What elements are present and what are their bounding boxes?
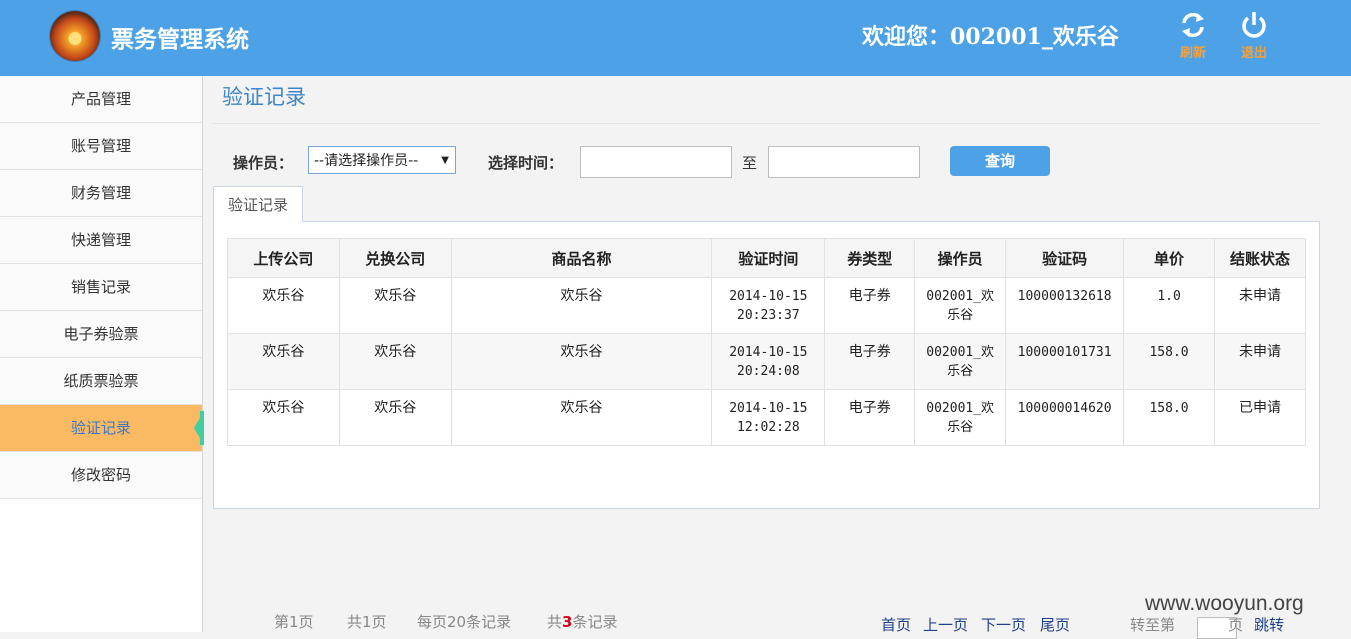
sidebar: 产品管理 账号管理 财务管理 快递管理 销售记录 电子券验票 纸质票验票 验证记…: [0, 76, 204, 632]
column-header: 商品名称: [450, 238, 713, 278]
table-cell: 欢乐谷: [227, 333, 340, 390]
table-cell: 未申请: [1214, 333, 1306, 390]
column-header: 验证时间: [711, 238, 826, 278]
app-title: 票务管理系统: [111, 26, 249, 53]
table-cell: 欢乐谷: [338, 389, 452, 446]
table-cell: 欢乐谷: [450, 389, 713, 446]
table-cell: 158.0: [1123, 389, 1216, 446]
table-cell: 158.0: [1123, 333, 1216, 390]
table-cell: 未申请: [1214, 277, 1306, 334]
sidebar-item-sales[interactable]: 销售记录: [0, 264, 202, 311]
table-cell: 欢乐谷: [450, 277, 713, 334]
refresh-button[interactable]: 刷新: [1173, 10, 1213, 66]
pager-per-page: 每页20条记录: [417, 613, 512, 631]
table-cell: 已申请: [1214, 389, 1306, 446]
sidebar-item-change-password[interactable]: 修改密码: [0, 452, 202, 499]
logo-icon: [50, 11, 100, 61]
table-cell: 欢乐谷: [227, 389, 340, 446]
column-header: 验证码: [1005, 238, 1125, 278]
table-cell: 电子券: [824, 389, 916, 446]
table-row: 欢乐谷 欢乐谷 欢乐谷 2014-10-15 20:23:37 电子券 0020…: [227, 277, 1306, 334]
end-time-input[interactable]: [768, 146, 920, 178]
column-header: 券类型: [824, 238, 916, 278]
table-cell: 欢乐谷: [338, 333, 452, 390]
pager-total-pages: 共1页: [347, 613, 387, 631]
table-cell: 100000101731: [1005, 333, 1125, 390]
top-header: 票务管理系统 欢迎您：002001_欢乐谷 刷新 退出: [0, 0, 1351, 76]
table-cell: 100000132618: [1005, 277, 1125, 334]
column-header: 兑换公司: [338, 238, 452, 278]
operator-label: 操作员：: [233, 154, 294, 172]
table-cell: 002001_欢乐谷: [914, 277, 1007, 334]
table-cell: 2014-10-15 20:24:08: [711, 333, 826, 390]
table-row: 欢乐谷 欢乐谷 欢乐谷 2014-10-15 12:02:28 电子券 0020…: [227, 389, 1306, 446]
watermark: www.wooyun.org: [1145, 592, 1304, 615]
pager-current-page: 第1页: [274, 613, 314, 631]
table-row: 欢乐谷 欢乐谷 欢乐谷 2014-10-15 20:24:08 电子券 0020…: [227, 333, 1306, 390]
records-panel: 上传公司 兑换公司 商品名称 验证时间 券类型 操作员 验证码 单价 结账状态 …: [213, 221, 1320, 639]
sidebar-item-verify-records[interactable]: 验证记录: [0, 405, 204, 452]
sidebar-item-paper-ticket-verify[interactable]: 纸质票验票: [0, 358, 202, 405]
sidebar-item-finance[interactable]: 财务管理: [0, 170, 202, 217]
table-cell: 欢乐谷: [338, 277, 452, 334]
start-time-input[interactable]: [580, 146, 732, 178]
table-cell: 1.0: [1123, 277, 1216, 334]
records-table: 上传公司 兑换公司 商品名称 验证时间 券类型 操作员 验证码 单价 结账状态 …: [227, 238, 1306, 446]
sidebar-item-express[interactable]: 快递管理: [0, 217, 202, 264]
welcome-text: 欢迎您：002001_欢乐谷: [862, 24, 1119, 50]
sidebar-item-e-ticket-verify[interactable]: 电子券验票: [0, 311, 202, 358]
pager-total-suffix: 条记录: [572, 613, 618, 631]
power-icon: [1242, 12, 1266, 38]
table-cell: 欢乐谷: [227, 277, 340, 334]
table-cell: 002001_欢乐谷: [914, 389, 1007, 446]
column-header: 操作员: [914, 238, 1007, 278]
column-header: 单价: [1123, 238, 1216, 278]
column-header: 上传公司: [227, 238, 340, 278]
table-cell: 100000014620: [1005, 389, 1125, 446]
sidebar-item-account[interactable]: 账号管理: [0, 123, 202, 170]
column-header: 结账状态: [1214, 238, 1306, 278]
tab-verify-records[interactable]: 验证记录: [213, 186, 303, 222]
refresh-label: 刷新: [1179, 46, 1206, 61]
pager-total-count: 3: [562, 613, 573, 631]
dropdown-arrow-icon: ▼: [441, 155, 449, 166]
table-header-row: 上传公司 兑换公司 商品名称 验证时间 券类型 操作员 验证码 单价 结账状态: [227, 238, 1306, 278]
title-divider: [213, 123, 1321, 124]
operator-select-value: --请选择操作员--: [314, 153, 419, 169]
logout-label: 退出: [1240, 46, 1267, 61]
page-title: 验证记录: [222, 85, 306, 109]
sidebar-item-product[interactable]: 产品管理: [0, 76, 202, 123]
main-content: 验证记录 操作员： --请选择操作员-- ▼ 选择时间： 至 查询 验证记录 上…: [203, 76, 1351, 639]
table-cell: 2014-10-15 20:23:37: [711, 277, 826, 334]
to-label: 至: [742, 154, 758, 172]
time-label: 选择时间：: [488, 154, 564, 172]
table-cell: 电子券: [824, 277, 916, 334]
operator-select[interactable]: --请选择操作员-- ▼: [308, 146, 456, 174]
query-button[interactable]: 查询: [950, 146, 1050, 176]
table-cell: 欢乐谷: [450, 333, 713, 390]
logout-button[interactable]: 退出: [1234, 10, 1274, 66]
refresh-icon: [1182, 12, 1204, 38]
pager-total-records: 共3条记录: [547, 611, 617, 632]
pager-total-prefix: 共: [547, 613, 563, 631]
table-cell: 002001_欢乐谷: [914, 333, 1007, 390]
table-cell: 2014-10-15 12:02:28: [711, 389, 826, 446]
table-cell: 电子券: [824, 333, 916, 390]
